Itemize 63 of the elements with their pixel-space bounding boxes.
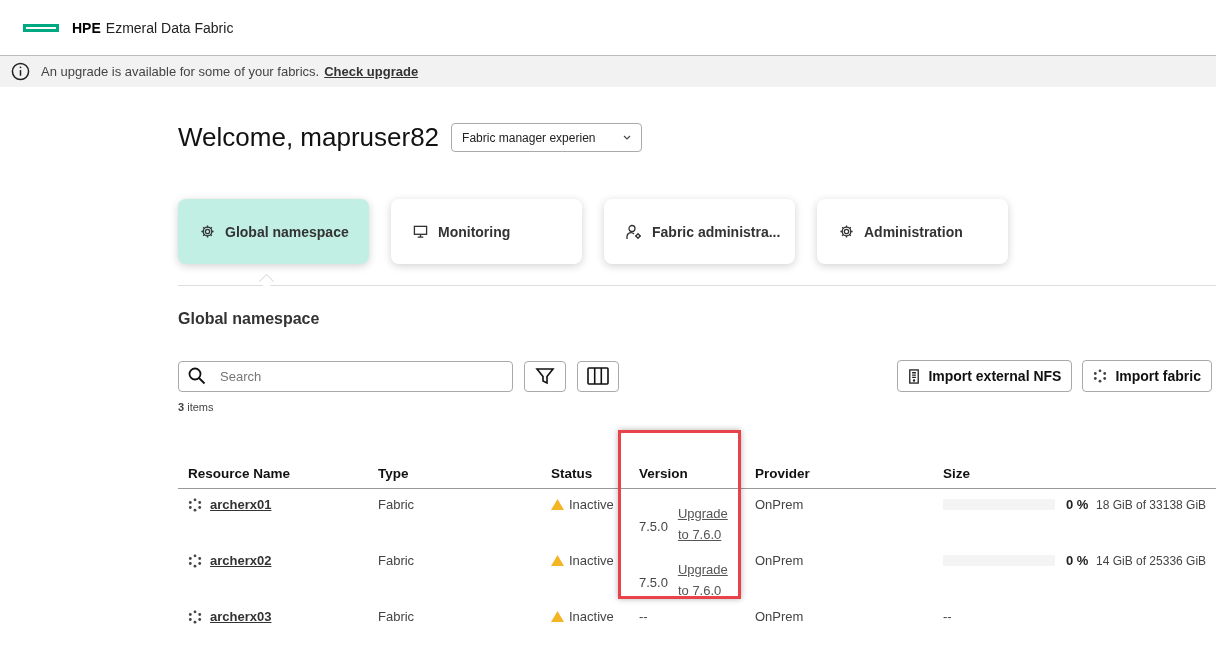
nav-tab[interactable]: Monitoring	[391, 199, 582, 264]
filter-button[interactable]	[524, 360, 566, 392]
columns-button[interactable]	[577, 360, 619, 392]
monitor-icon	[413, 224, 428, 239]
table-cell: Fabric	[368, 488, 541, 545]
experience-dropdown[interactable]: Fabric manager experien	[451, 123, 643, 152]
import-button[interactable]: Import external NFS	[897, 360, 1073, 392]
column-header: Version	[629, 466, 745, 489]
resource-link[interactable]: archerx03	[210, 609, 272, 624]
fabric-icon	[188, 553, 202, 568]
nav-tab[interactable]: Administration	[817, 199, 1008, 264]
table-cell-text: Fabric	[377, 552, 416, 570]
info-icon	[11, 62, 30, 81]
status-text: Inactive	[569, 497, 614, 512]
table-cell-text: OnPrem	[754, 552, 805, 570]
fabric-icon	[188, 609, 202, 624]
upgrade-link[interactable]: Upgrade to 7.6.0	[677, 559, 734, 601]
usage-detail: 14 GiB of 25336 GiB	[1096, 553, 1207, 568]
upgrade-link[interactable]: Upgrade to 7.6.0	[677, 503, 734, 545]
size-text: --	[943, 609, 952, 624]
status-text: Inactive	[569, 553, 614, 568]
import-button[interactable]: Import fabric	[1082, 360, 1212, 392]
version-text: 7.5.0	[639, 574, 668, 590]
usage-percent: 0 %	[1066, 497, 1086, 512]
search-icon	[188, 366, 206, 385]
product-name: Ezmeral Data Fabric	[105, 19, 234, 36]
gear-icon	[200, 224, 215, 239]
table-cell-text: OnPrem	[754, 608, 805, 626]
warning-icon	[551, 499, 564, 510]
user-gear-icon	[626, 223, 642, 240]
search-field[interactable]: Search	[178, 360, 513, 392]
brand-name: HPE	[72, 19, 101, 36]
nav-tab[interactable]: Global namespace	[178, 199, 369, 264]
server-icon	[908, 368, 921, 384]
filter-icon	[535, 366, 555, 386]
usage-percent: 0 %	[1066, 553, 1086, 568]
check-upgrade-link[interactable]: Check upgrade	[324, 64, 419, 79]
warning-icon	[551, 611, 564, 622]
column-header: Status	[541, 466, 629, 489]
fabric-icon	[188, 497, 202, 512]
item-count: 3 items	[178, 401, 215, 413]
version-text: --	[639, 609, 648, 624]
status-text: Inactive	[569, 609, 614, 624]
table-cell-text: Fabric	[377, 608, 416, 626]
column-header: Provider	[745, 466, 933, 489]
usage-detail: 18 GiB of 33138 GiB	[1096, 497, 1207, 512]
welcome-heading: Welcome, mapruser82	[178, 122, 440, 153]
fabric-icon	[1093, 369, 1108, 383]
column-header: Type	[368, 466, 541, 489]
banner-message: An upgrade is available for some of your fabrics.	[41, 64, 320, 79]
chevron-down-icon	[623, 135, 632, 140]
table-cell: OnPrem	[745, 488, 933, 545]
gear-icon	[839, 224, 854, 239]
logo-icon	[23, 23, 59, 32]
warning-icon	[551, 555, 564, 566]
resource-link[interactable]: archerx01	[210, 497, 272, 512]
column-header: Size	[933, 466, 1216, 489]
columns-icon	[587, 367, 609, 385]
resource-link[interactable]: archerx02	[210, 553, 272, 568]
column-header: Resource Name	[178, 466, 368, 489]
nav-tab[interactable]: Fabric administra...	[604, 199, 795, 264]
version-text: 7.5.0	[639, 518, 668, 534]
section-heading: Global namespace	[178, 310, 321, 328]
